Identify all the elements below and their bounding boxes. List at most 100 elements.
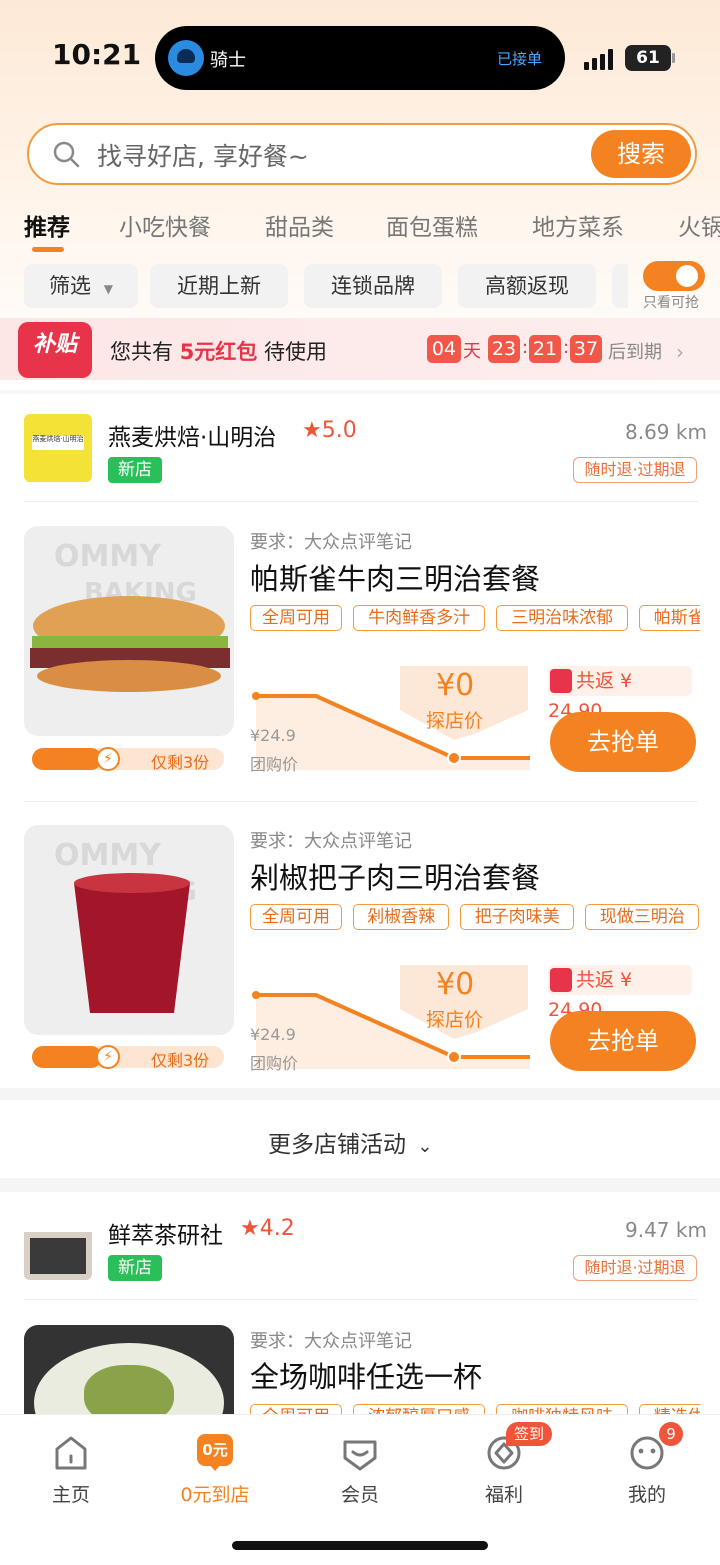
- visit-price: ¥0: [436, 668, 475, 703]
- tab-snacks[interactable]: 小吃快餐: [119, 208, 211, 242]
- store-name[interactable]: 燕麦烘焙·山明治: [108, 418, 276, 452]
- grab-order-button[interactable]: 去抢单: [550, 712, 696, 772]
- store-logo[interactable]: [24, 1212, 92, 1280]
- product-title[interactable]: 全场咖啡任选一杯: [250, 1354, 482, 1396]
- promo-text-red: 5元红包: [179, 340, 258, 364]
- chip-new[interactable]: 近期上新: [150, 264, 288, 308]
- home-icon: [55, 1436, 87, 1470]
- product-tag: 全周可用: [250, 605, 342, 631]
- chip-chain[interactable]: 连锁品牌: [304, 264, 442, 308]
- product-requirement: 要求：大众点评笔记: [250, 831, 412, 852]
- refund-policy-badge: 随时退·过期退: [573, 1255, 697, 1281]
- tab-bakery[interactable]: 面包蛋糕: [386, 208, 478, 242]
- stock-progress-fill: [32, 748, 102, 770]
- subsidy-badge-icon: 补贴: [18, 322, 92, 378]
- product-tag: 三明治味浓郁: [496, 605, 629, 631]
- product-image-sandwich[interactable]: OMMY BAKING: [24, 526, 234, 736]
- tab-member[interactable]: 会员: [310, 1430, 410, 1510]
- zero-store-icon-tail: [209, 1464, 221, 1471]
- tab-regional[interactable]: 地方菜系: [532, 208, 624, 242]
- tab-label: 0元到店: [180, 1484, 250, 1506]
- product-tag: 浓郁醇厚口感: [353, 1404, 486, 1414]
- visit-price-label: 探店价: [426, 1009, 484, 1031]
- product-tag: 剁椒香辣: [353, 904, 450, 930]
- promo-text-pre: 您共有: [110, 340, 173, 364]
- search-placeholder: 找寻好店, 享好餐~: [97, 142, 309, 171]
- grab-order-button[interactable]: 去抢单: [550, 1011, 696, 1071]
- product-tag: 牛肉鲜香多汁: [353, 605, 486, 631]
- product-tag: 帕斯雀: [639, 605, 700, 631]
- store-rating: ★5.0: [302, 418, 357, 443]
- more-activities-label: 更多店铺活动 ⌄: [268, 1125, 432, 1159]
- filter-button[interactable]: 筛选 ▼: [24, 264, 138, 308]
- countdown-sep: :: [563, 337, 570, 358]
- more-activities-text: 更多店铺活动: [268, 1132, 406, 1158]
- tab-welfare[interactable]: 签到 福利: [454, 1422, 554, 1510]
- home-indicator[interactable]: [232, 1541, 488, 1550]
- countdown-minutes: 21: [529, 335, 561, 363]
- divider: [24, 501, 698, 502]
- svg-text:OMMY: OMMY: [54, 838, 162, 873]
- signal-icon: [584, 62, 589, 70]
- countdown-day-unit: 天: [463, 341, 481, 362]
- refund-policy-badge: 随时退·过期退: [573, 457, 697, 483]
- chip-more[interactable]: [612, 264, 628, 308]
- toggle-knob: [676, 265, 698, 287]
- promo-text: 您共有 5元红包 待使用: [110, 336, 327, 366]
- sandwich-image: OMMY BAKING: [30, 539, 230, 692]
- logo-sign: [24, 1212, 92, 1232]
- logo-text: 燕麦烘焙·山明治: [32, 435, 84, 443]
- store-distance: 9.47 km: [625, 1218, 707, 1242]
- product-title[interactable]: 帕斯雀牛肉三明治套餐: [250, 556, 540, 598]
- cashback-badge: 共返 ¥ 24.90: [548, 666, 692, 722]
- redpacket-icon: [550, 968, 572, 992]
- product-tag: 精选优: [639, 1404, 700, 1414]
- drink-image: OMMY BAKING: [54, 838, 197, 1013]
- store-logo[interactable]: 燕麦烘焙·山明治: [24, 414, 92, 482]
- caret-down-icon: ▼: [103, 282, 113, 296]
- countdown-sep: :: [522, 337, 529, 358]
- logo-storefront: [30, 1238, 86, 1274]
- zero-store-icon: 0元: [197, 1434, 233, 1466]
- lightning-icon: ⚡: [96, 747, 120, 771]
- filter-label: 筛选: [49, 274, 92, 298]
- tab-zero-store[interactable]: 0元 0元到店: [165, 1430, 265, 1510]
- tab-label: 我的: [627, 1484, 666, 1506]
- store-name[interactable]: 鲜萃茶研社: [108, 1216, 223, 1250]
- island-status: 已接单: [497, 50, 543, 68]
- member-icon: [343, 1440, 377, 1471]
- toggle-label: 只看可抢: [643, 295, 699, 311]
- product-tag: 现做三明治: [585, 904, 700, 930]
- countdown-suffix: 后到期: [608, 342, 662, 363]
- tab-home[interactable]: 主页: [21, 1430, 121, 1510]
- notification-badge: 9: [659, 1422, 683, 1446]
- chip-cashback[interactable]: 高额返现: [458, 264, 596, 308]
- island-title: 骑士: [210, 50, 246, 71]
- tab-recommend[interactable]: 推荐: [24, 208, 70, 242]
- product-title[interactable]: 剁椒把子肉三明治套餐: [250, 855, 540, 897]
- tab-desserts[interactable]: 甜品类: [265, 208, 334, 242]
- tab-profile[interactable]: 9 我的: [597, 1422, 697, 1510]
- lightning-icon: ⚡: [96, 1045, 120, 1069]
- stock-progress-fill: [32, 1046, 102, 1068]
- product-tags: 全周可用 浓郁醇厚口感 咖啡独特风味 精选优: [250, 1404, 700, 1414]
- chevron-right-icon: ›: [676, 340, 684, 364]
- redpacket-icon: [550, 669, 572, 693]
- product-image-coffee[interactable]: [24, 1325, 234, 1414]
- product-requirement: 要求：大众点评笔记: [250, 532, 412, 553]
- product-tags: 全周可用 剁椒香辣 把子肉味美 现做三明治: [250, 904, 700, 934]
- product-image-drink[interactable]: OMMY BAKING: [24, 825, 234, 1035]
- checkin-badge: 签到: [506, 1422, 552, 1446]
- product-tags: 全周可用 牛肉鲜香多汁 三明治味浓郁 帕斯雀: [250, 605, 700, 635]
- countdown-days: 04: [427, 335, 461, 363]
- group-price: ¥24.9: [250, 726, 296, 745]
- signal-icon: [608, 49, 613, 70]
- svg-text:OMMY: OMMY: [54, 539, 162, 574]
- divider: [24, 1299, 698, 1300]
- tab-label: 主页: [51, 1484, 90, 1506]
- stock-remaining: 仅剩3份: [151, 1051, 210, 1070]
- new-store-badge: 新店: [108, 457, 162, 483]
- latte-art: [84, 1365, 174, 1414]
- tab-hotpot[interactable]: 火锅: [678, 208, 720, 242]
- search-button[interactable]: 搜索: [591, 130, 691, 178]
